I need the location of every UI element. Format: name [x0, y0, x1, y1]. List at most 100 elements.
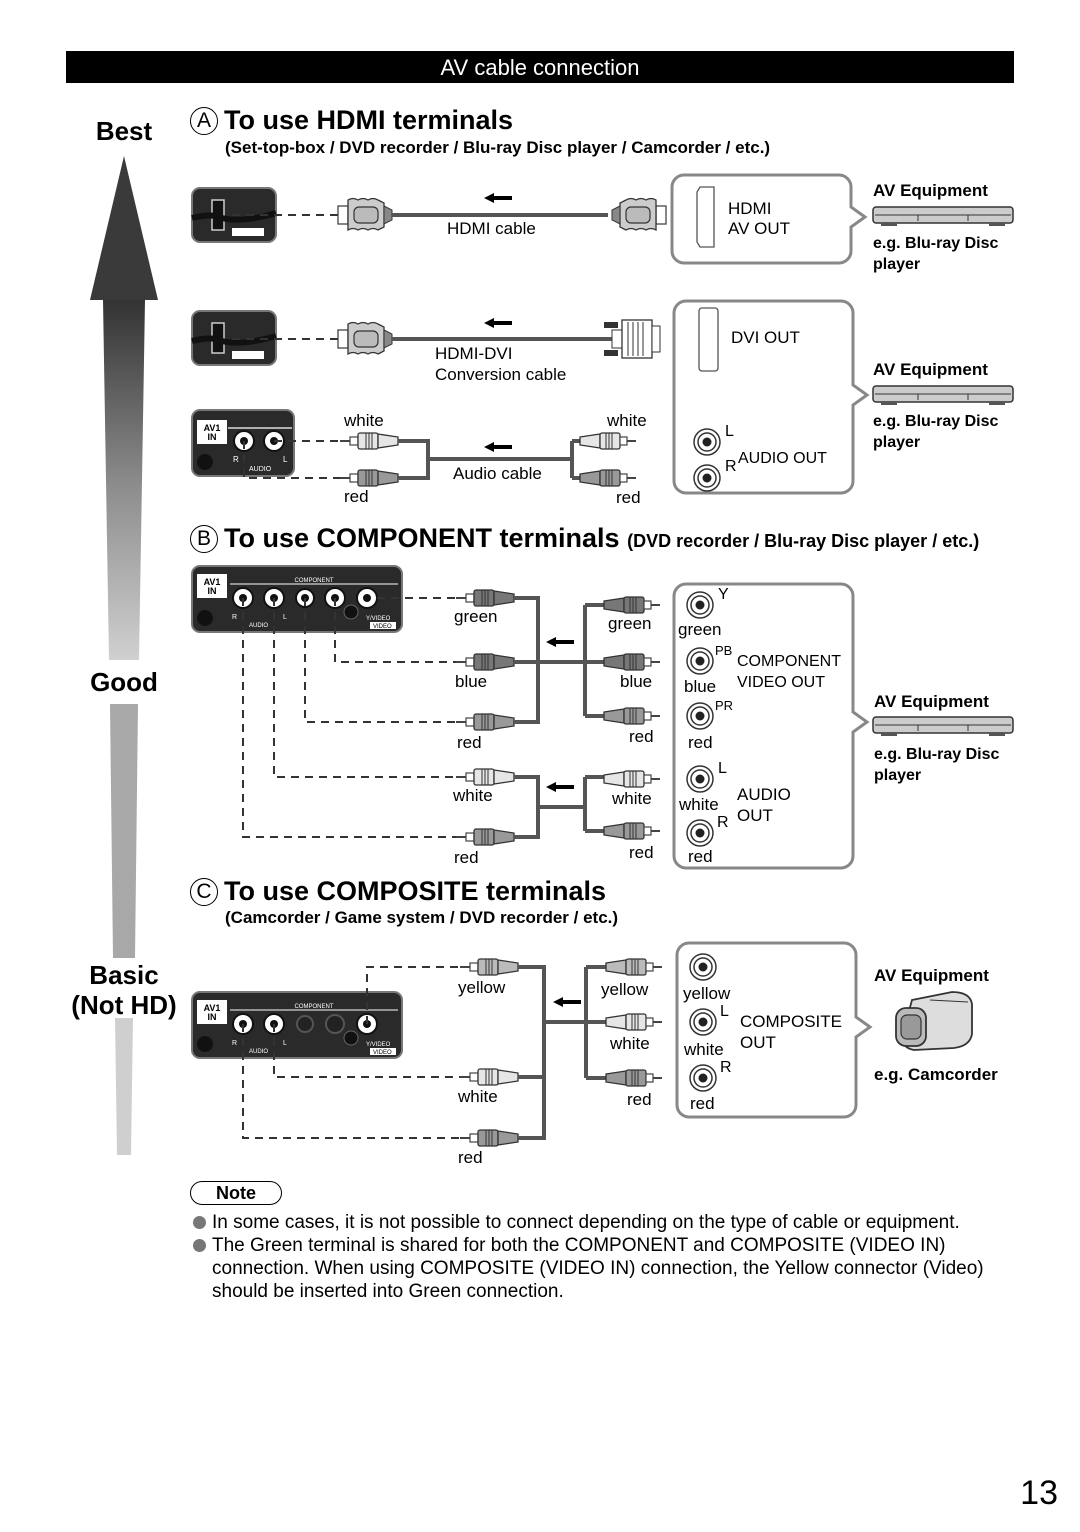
dvi-plug-icon: [604, 319, 661, 359]
audio-out-label: AUDIO: [737, 785, 791, 804]
audio-out-label-2: OUT: [737, 806, 773, 825]
tv-y-video-label: Y/VIDEO: [366, 1042, 391, 1048]
section-c-title: C To use COMPOSITE terminals: [190, 876, 606, 907]
rca-plug-white-right: [603, 770, 661, 788]
plug-label: yellow: [601, 980, 649, 999]
plug-label: red: [627, 1090, 652, 1109]
tv-audio-label: AUDIO: [249, 623, 268, 629]
rca-plug-green: [455, 589, 515, 607]
audio-out-jack-r: [693, 464, 721, 492]
conversion-cable-label: Conversion cable: [435, 365, 567, 384]
tv-component-label: COMPONENT: [295, 1004, 334, 1010]
note-item: The Green terminal is shared for both th…: [192, 1234, 1022, 1303]
plug-label-red-right: red: [616, 488, 641, 507]
arrow-left-icon: [553, 997, 581, 1007]
tv-y-video-label: Y/VIDEO: [366, 616, 391, 622]
plug-label: red: [457, 733, 482, 752]
audio-out-jack-l: [693, 428, 721, 456]
arrow-left-icon: [546, 637, 574, 647]
hdmi-out-label: HDMI: [728, 199, 772, 218]
tv-composite-panel: [191, 991, 403, 1059]
equipment-title: AV Equipment: [873, 181, 988, 200]
rca-plug-white: [459, 1068, 519, 1086]
tv-component-label: COMPONENT: [295, 578, 334, 584]
tv-l-label: L: [283, 614, 287, 621]
tv-video-label: VIDEO: [373, 624, 392, 630]
bluray-player-icon: [872, 206, 1014, 227]
jack-sup: L: [720, 1003, 729, 1020]
note-item: In some cases, it is not possible to con…: [192, 1211, 1022, 1234]
section-a-subtitle: (Set-top-box / DVD recorder / Blu-ray Di…: [225, 138, 771, 157]
jack-color: green: [678, 620, 722, 639]
rca-plug-yellow-right: [605, 958, 663, 976]
jack-sup: PR: [715, 698, 734, 713]
plug-label-red: red: [344, 487, 369, 506]
jack-color: blue: [684, 677, 717, 696]
jack-l: [689, 1008, 717, 1036]
jack-color: red: [690, 1094, 715, 1113]
rca-plug-blue-right: [603, 653, 661, 671]
tv-in-label: IN: [208, 432, 217, 442]
camcorder-icon: [895, 991, 973, 1051]
section-c-letter: C: [190, 878, 218, 906]
jack-color: red: [688, 847, 713, 866]
jack-color: yellow: [683, 984, 731, 1003]
hdmi-cable-label: HDMI cable: [447, 219, 536, 238]
section-b-letter: B: [190, 525, 218, 553]
note-text: The Green terminal is shared for both th…: [212, 1235, 984, 1302]
jack-r: [686, 819, 714, 847]
plug-label: white: [612, 789, 652, 808]
arrow-left-icon: [484, 193, 512, 203]
section-a-letter: A: [190, 107, 218, 135]
equipment-example: e.g. Blu-ray Disc: [873, 413, 999, 430]
section-b-subtitle: (DVD recorder / Blu-ray Disc player / et…: [627, 531, 980, 551]
av-out-label: AV OUT: [728, 219, 791, 238]
jack-l: [686, 765, 714, 793]
equipment-example-2: player: [873, 256, 921, 273]
plug-label: blue: [455, 672, 488, 691]
audio-cable-label: Audio cable: [453, 464, 542, 483]
bullet-icon: [193, 1239, 206, 1252]
rca-plug-red: [459, 1129, 519, 1147]
arrow-left-icon: [484, 318, 512, 328]
hdmi-port-icon: [696, 186, 715, 248]
composite-out-label: COMPOSITE: [740, 1012, 843, 1031]
tv-r-label: R: [232, 1040, 237, 1047]
dvi-port-icon: [698, 307, 719, 372]
jack-sup: R: [717, 814, 729, 831]
jack-color: white: [684, 1040, 724, 1059]
component-video-out-label-2: VIDEO OUT: [737, 674, 826, 691]
plug-label: white: [453, 786, 493, 805]
component-video-out-label: COMPONENT: [737, 653, 841, 670]
rca-plug-white-right: [605, 1013, 663, 1031]
rca-plug-green-right: [603, 596, 661, 614]
rca-plug-white-right: [579, 432, 637, 450]
tv-r-label: R: [232, 614, 237, 621]
tv-l-label: L: [283, 455, 288, 464]
rca-plug-red-right: [605, 1069, 663, 1087]
hdmi-plug-left: [337, 197, 393, 231]
arrow-left-icon: [546, 782, 574, 792]
composite-cable: [518, 965, 606, 1140]
plug-label: green: [454, 607, 498, 626]
equipment-example-2: player: [874, 767, 922, 784]
plug-label: white: [458, 1087, 498, 1106]
plug-label: white: [610, 1034, 650, 1053]
tv-in-label: IN: [208, 586, 217, 596]
jack-y: [686, 591, 714, 619]
audio-out-label: AUDIO OUT: [738, 450, 827, 467]
rca-plug-yellow: [459, 958, 519, 976]
equipment-example: e.g. Camcorder: [874, 1065, 998, 1084]
plug-label: red: [454, 848, 479, 867]
plug-label: red: [458, 1148, 483, 1167]
bullet-icon: [193, 1216, 206, 1229]
section-c-title-text: To use COMPOSITE terminals: [224, 876, 607, 906]
section-c-subtitle: (Camcorder / Game system / DVD recorder …: [225, 908, 619, 927]
rca-plug-blue: [455, 653, 515, 671]
insert-guides-b: [242, 597, 456, 838]
bluray-player-icon: [872, 716, 1014, 737]
tv-video-label: VIDEO: [373, 1050, 392, 1056]
section-b-title-text: To use COMPONENT terminals: [224, 523, 620, 553]
arrow-left-icon: [484, 442, 512, 452]
section-a-title-text: To use HDMI terminals: [224, 105, 514, 135]
